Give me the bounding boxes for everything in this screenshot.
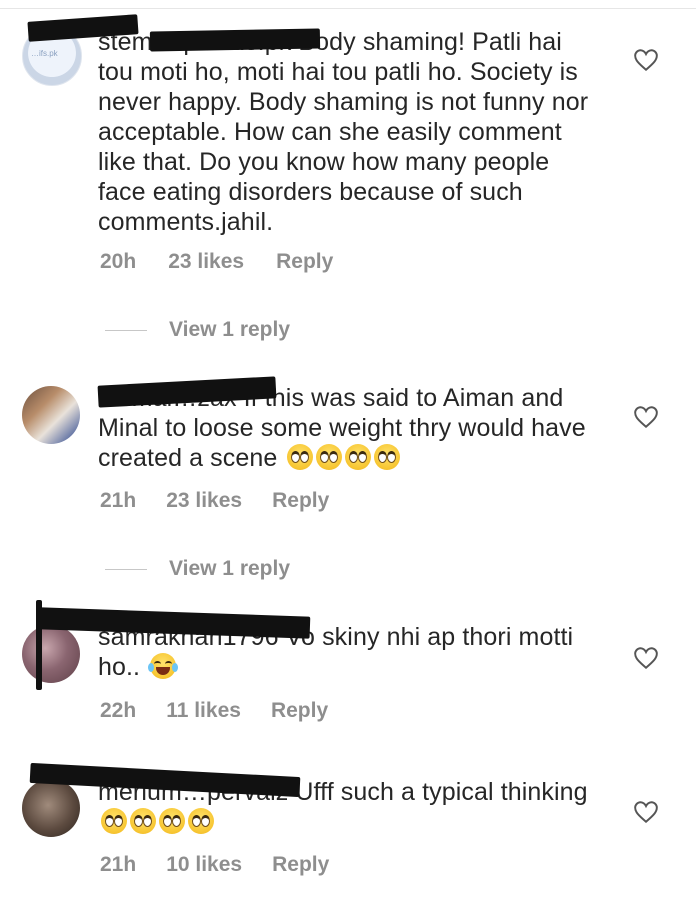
comment-meta: 22h 11 likes Reply bbox=[100, 699, 328, 723]
timestamp: 20h bbox=[100, 250, 137, 273]
comment-text: Ufff such a typical thinking bbox=[295, 778, 588, 806]
rolling-eyes-icon bbox=[316, 444, 343, 470]
view-replies-label: View 1 reply bbox=[169, 318, 291, 341]
top-divider bbox=[0, 8, 696, 9]
heart-icon[interactable] bbox=[633, 800, 659, 824]
comment-text: Body shaming! Patli hai tou moti ho, mot… bbox=[98, 28, 589, 236]
heart-icon[interactable] bbox=[633, 646, 659, 670]
reply-button[interactable]: Reply bbox=[272, 489, 329, 513]
like-count[interactable]: 23 likes bbox=[168, 250, 244, 274]
view-replies-label: View 1 reply bbox=[169, 557, 291, 580]
comment-body: stem…ipotatis.pk Body shaming! Patli hai… bbox=[98, 27, 598, 237]
timestamp: 22h bbox=[100, 699, 137, 722]
view-replies-button[interactable]: View 1 reply bbox=[105, 318, 290, 342]
rolling-eyes-icon bbox=[159, 808, 185, 834]
comment-meta: 21h 23 likes Reply bbox=[100, 489, 329, 513]
comment-meta: 21h 10 likes Reply bbox=[100, 853, 329, 877]
reply-button[interactable]: Reply bbox=[272, 853, 329, 877]
heart-icon[interactable] bbox=[633, 48, 659, 72]
like-count[interactable]: 11 likes bbox=[166, 699, 241, 723]
view-replies-button[interactable]: View 1 reply bbox=[105, 557, 290, 581]
like-count[interactable]: 23 likes bbox=[166, 489, 242, 513]
rolling-eyes-icon bbox=[287, 444, 314, 470]
laughing-tears-icon bbox=[148, 653, 179, 679]
rolling-eyes-icon bbox=[130, 808, 156, 834]
rolling-eyes-icon bbox=[345, 444, 372, 470]
reply-button[interactable]: Reply bbox=[276, 250, 333, 274]
rolling-eyes-icon bbox=[101, 808, 127, 834]
reply-button[interactable]: Reply bbox=[271, 699, 328, 723]
like-count[interactable]: 10 likes bbox=[166, 853, 242, 877]
redaction-mark bbox=[36, 600, 42, 690]
avatar-logo-text: …ifs.pk bbox=[31, 49, 58, 58]
redaction-mark bbox=[149, 28, 321, 52]
heart-icon[interactable] bbox=[633, 405, 659, 429]
timestamp: 21h bbox=[100, 853, 137, 876]
redaction-mark bbox=[39, 607, 311, 639]
avatar[interactable] bbox=[22, 625, 80, 683]
rolling-eyes-icon bbox=[188, 808, 214, 834]
replies-line bbox=[105, 568, 147, 570]
rolling-eyes-icon bbox=[374, 444, 401, 470]
avatar[interactable] bbox=[22, 779, 80, 837]
avatar[interactable] bbox=[22, 386, 80, 444]
replies-line bbox=[105, 329, 147, 331]
comment-meta: 20h 23 likes Reply bbox=[100, 250, 333, 274]
timestamp: 21h bbox=[100, 489, 137, 512]
